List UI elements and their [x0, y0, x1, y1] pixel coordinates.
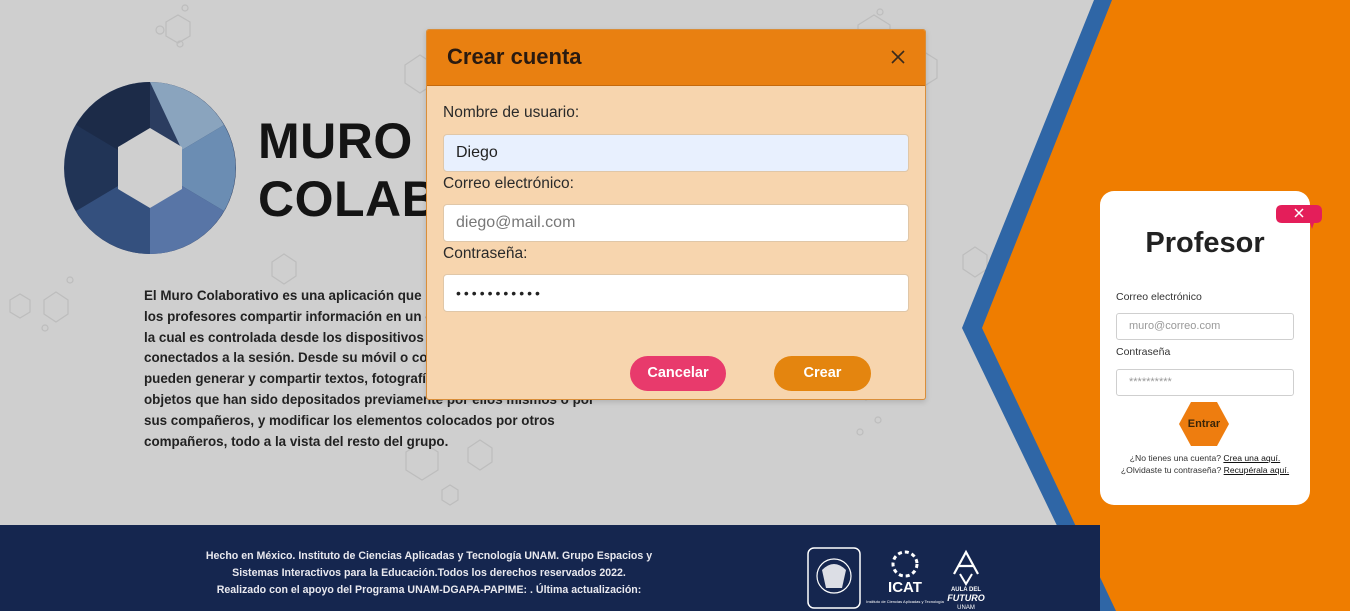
login-submit-button[interactable]: Entrar [1179, 402, 1229, 446]
create-account-link[interactable]: Crea una aquí. [1223, 453, 1280, 463]
recover-password-note: ¿Olvidaste tu contraseña? Recupérala aqu… [1100, 465, 1310, 475]
no-account-text: ¿No tienes una cuenta? [1129, 453, 1221, 463]
aula-line2: FUTURO [947, 593, 985, 603]
email-input[interactable]: diego@mail.com [443, 204, 909, 242]
unam-seal-icon [807, 547, 861, 609]
password-input[interactable]: ••••••••••• [443, 274, 909, 312]
modal-header: Crear cuenta [427, 30, 925, 86]
login-password-placeholder: ********** [1129, 376, 1172, 388]
login-close-icon[interactable] [1276, 205, 1322, 229]
login-title: Profesor [1145, 227, 1265, 259]
footer-line: Hecho en México. Instituto de Ciencias A… [205, 550, 653, 562]
brand-title-line2: COLAB [258, 171, 439, 227]
aula-del-futuro-icon: AULA DEL FUTURO UNAM [947, 549, 985, 611]
username-label: Nombre de usuario: [443, 104, 580, 121]
username-input[interactable]: Diego [443, 134, 909, 172]
aula-line3: UNAM [957, 605, 975, 611]
create-account-modal: Crear cuenta Nombre de usuario: Diego Co… [426, 29, 926, 400]
close-icon[interactable] [889, 48, 907, 66]
email-label: Correo electrónico: [443, 175, 574, 192]
recover-password-link[interactable]: Recupérala aquí. [1224, 465, 1289, 475]
email-placeholder: diego@mail.com [456, 214, 576, 231]
icat-label: ICAT [888, 579, 922, 596]
create-account-note: ¿No tienes una cuenta? Crea una aquí. [1100, 453, 1310, 463]
login-email-input[interactable]: muro@correo.com [1116, 313, 1294, 340]
login-email-placeholder: muro@correo.com [1129, 320, 1221, 332]
create-button[interactable]: Crear [774, 356, 871, 391]
login-password-input[interactable]: ********** [1116, 369, 1294, 396]
brand-title-line1: MURO [258, 113, 413, 169]
footer-line: Realizado con el apoyo del Programa UNAM… [216, 584, 642, 596]
cancel-button[interactable]: Cancelar [630, 356, 726, 391]
password-value: ••••••••••• [456, 285, 543, 301]
brand-title: MURO COLAB [258, 112, 438, 228]
muro-colaborativo-logo [64, 82, 236, 254]
intro-line: sus compañeros, y modificar los elemento… [144, 412, 555, 428]
username-value: Diego [456, 144, 498, 161]
modal-title: Crear cuenta [447, 44, 582, 69]
login-password-label: Contraseña [1116, 346, 1171, 358]
icat-sub-label: Instituto de Ciencias Aplicadas y Tecnol… [866, 599, 945, 604]
intro-line: compañeros, todo a la vista del resto de… [144, 433, 449, 449]
professor-login-card: Profesor Correo electrónico muro@correo.… [1100, 191, 1310, 505]
footer-text: Hecho en México. Instituto de Ciencias A… [190, 548, 668, 599]
footer-logos: ICAT Instituto de Ciencias Aplicadas y T… [807, 547, 985, 611]
forgot-password-text: ¿Olvidaste tu contraseña? [1120, 465, 1222, 475]
login-email-label: Correo electrónico [1116, 291, 1202, 303]
footer-line: Sistemas Interactivos para la Educación.… [232, 567, 626, 579]
icat-logo-icon: ICAT Instituto de Ciencias Aplicadas y T… [866, 550, 945, 604]
password-label: Contraseña: [443, 245, 528, 262]
